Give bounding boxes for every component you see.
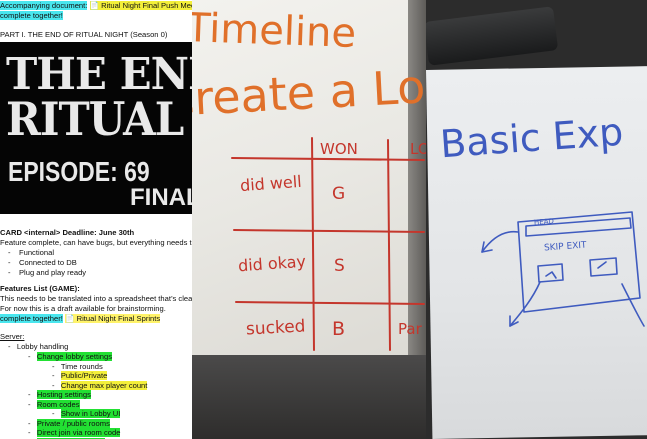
doc-feature-text: Public/Private — [60, 371, 108, 380]
doc-complete-together: complete together! — [0, 314, 63, 323]
doc-feature-dash: - — [52, 371, 61, 380]
sketch-arrow-down-left — [509, 281, 541, 327]
doc-feature-dash: - — [28, 399, 37, 409]
doc-part-heading: PART I. THE END OF RITUAL NIGHT (Season … — [0, 30, 168, 39]
poster-episode: EPISODE: 69 — [8, 156, 150, 187]
doc-feature-text: Room codes — [36, 399, 80, 409]
whiteboard-frame — [192, 355, 426, 439]
whiteboard-panel: Timeline Create a Lobby WON LO did well … — [192, 0, 426, 439]
episode-poster-image: THE END OF RITUAL N EPISODE: 69 FINAL — [0, 42, 192, 214]
doc-feature-text: Hosting settings — [36, 390, 91, 399]
doc-feature-text: Change lobby settings — [36, 352, 113, 361]
doc-bullet-3: - Plug and play ready — [8, 268, 87, 277]
doc-feature-item: - Change lobby settings — [28, 352, 113, 361]
doc-feature-item: - Room codes — [28, 399, 80, 409]
doc-feature-dash: - — [52, 361, 61, 371]
doc-accompanying-label: Accompanying document: — [0, 1, 88, 10]
doc-card-heading: CARD <internal> Deadline: June 30th — [0, 228, 135, 237]
doc-accompanying-line: Accompanying document: 📄 Ritual Night Fi… — [0, 1, 192, 10]
wb-cell-partial: Par — [398, 320, 422, 338]
doc-feature-item: - Show in Lobby UI — [52, 409, 121, 418]
doc-feature-dash: - — [28, 352, 37, 361]
doc-feature-complete: Feature complete, can have bugs, but eve… — [0, 238, 192, 247]
sketch-arrow-down-right — [621, 283, 645, 327]
sketch-mark-right — [597, 261, 607, 269]
sketch-screen-box — [517, 211, 641, 313]
poster-line2: RITUAL N — [6, 92, 192, 146]
doc-feature-text: Time rounds — [60, 361, 103, 371]
wb-cell-s: S — [334, 256, 345, 276]
wb-cell-b: B — [332, 318, 346, 340]
sketch-check-left — [545, 271, 557, 279]
doc-meeting-link[interactable]: 📄 Ritual Night Final Push Meeting Not — [89, 1, 192, 10]
doc-feature-text: Direct join via room code — [36, 428, 121, 437]
wb-grid-line-h3 — [235, 301, 425, 305]
wb-row-sucked: sucked — [245, 316, 306, 340]
wb-col-lost: LO — [410, 140, 426, 158]
wb-col-won: WON — [320, 140, 358, 158]
doc-feature-item: - Public/Private — [52, 371, 108, 380]
wb-grid-line-h1 — [231, 157, 425, 161]
doc-feature-item: - Hosting settings — [28, 390, 91, 399]
doc-feature-text: Show in Lobby UI — [60, 409, 121, 418]
wb-cell-g: G — [332, 184, 346, 204]
doc-draft-note: For now this is a draft available for br… — [0, 304, 166, 313]
doc-features-heading: Features List (GAME): — [0, 284, 80, 293]
doc-feature-dash: - — [28, 390, 37, 399]
doc-feature-item: - Private / public rooms — [28, 418, 110, 428]
doc-feature-item: - Direct join via room code — [28, 428, 121, 437]
doc-lobby-handling: - Lobby handling — [8, 342, 69, 351]
sketch-button-right — [589, 257, 618, 277]
doc-feature-dash: - — [28, 418, 37, 428]
wb-grid-line-h2 — [233, 229, 425, 233]
doc-feature-item: - Change max player count — [52, 380, 148, 390]
wb-grid — [231, 137, 425, 351]
doc-server-heading: Server: — [0, 332, 25, 341]
doc-bullet-2: - Connected to DB — [8, 258, 77, 267]
poster-final: FINAL — [130, 184, 192, 211]
document-panel: Accompanying document: 📄 Ritual Night Fi… — [0, 0, 192, 439]
sketch-arrow-left — [481, 230, 519, 253]
paper-sketch-panel: Basic Exp HEAD SKIP EXIT — [426, 0, 647, 439]
doc-feature-dash: - — [52, 380, 61, 390]
doc-translate-note: This needs to be translated into a sprea… — [0, 294, 192, 303]
sketch-box-header: HEAD — [533, 217, 555, 227]
doc-feature-dash: - — [28, 428, 37, 437]
wb-grid-line-v2 — [387, 139, 391, 351]
wb-grid-line-v1 — [311, 137, 315, 351]
doc-bullet-1: - Functional — [8, 248, 55, 257]
doc-complete-text: complete together! — [0, 11, 63, 20]
doc-feature-dash: - — [52, 409, 61, 418]
doc-feature-text: Private / public rooms — [36, 418, 110, 428]
doc-complete-line: complete together! — [0, 11, 63, 20]
doc-feature-item: - Time rounds — [52, 362, 103, 371]
doc-feature-text: Change max player count — [60, 380, 148, 390]
doc-sprints-link[interactable]: 📄 Ritual Night Final Sprints — [65, 314, 161, 323]
doc-sprints-line: complete together! 📄 Ritual Night Final … — [0, 314, 161, 323]
